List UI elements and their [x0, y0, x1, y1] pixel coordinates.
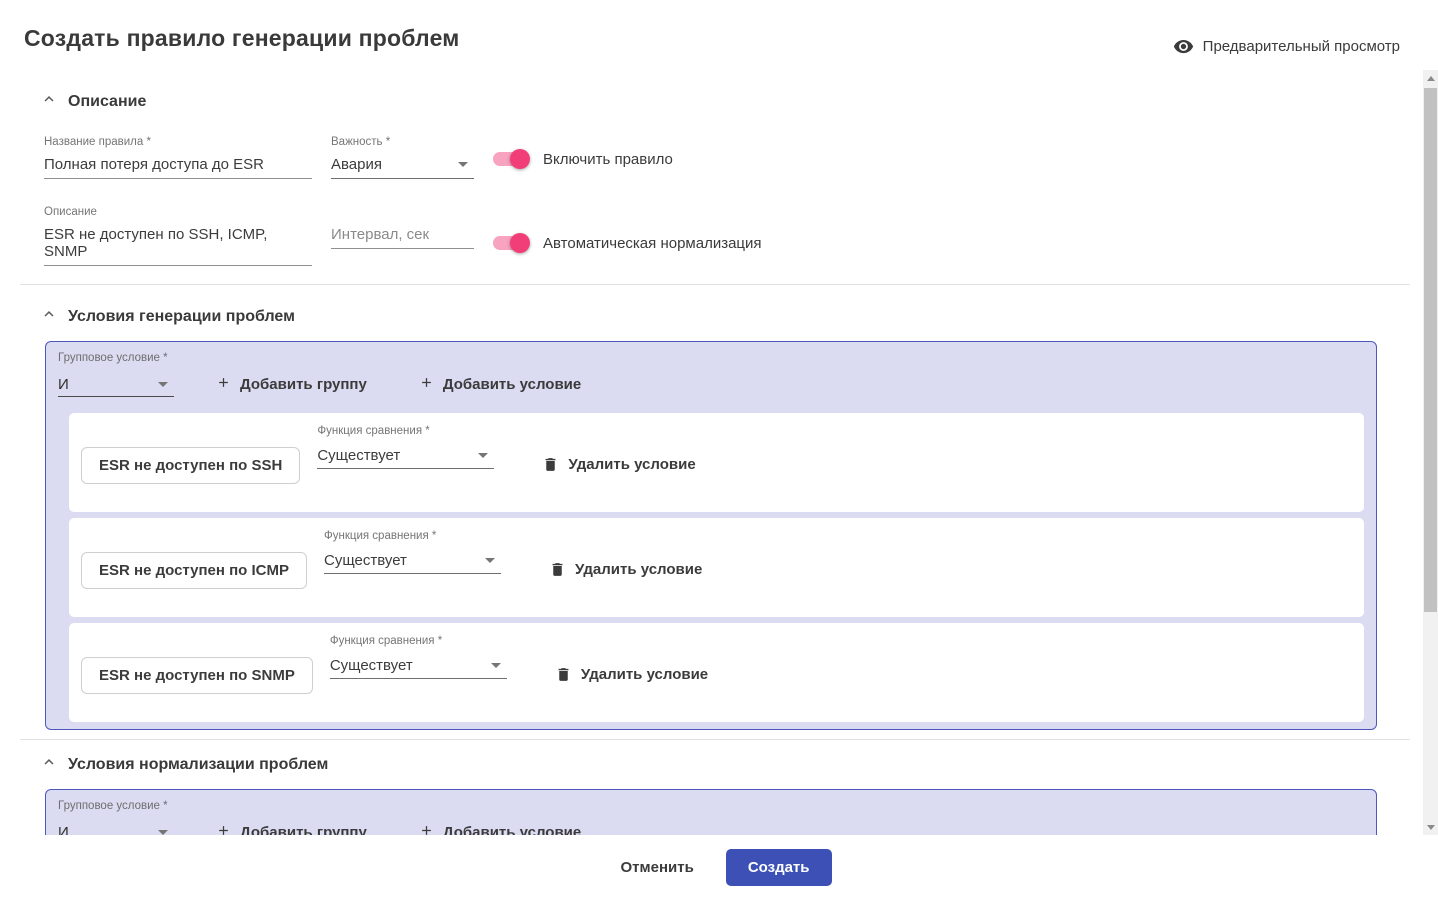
caret-down-icon [491, 663, 501, 668]
comparison-function-select[interactable]: Существует [324, 547, 501, 574]
section-divider [20, 739, 1410, 740]
enable-rule-toggle-row[interactable]: Включить правило [493, 149, 673, 169]
add-group-button[interactable]: Добавить группу [206, 368, 377, 401]
auto-normalization-toggle[interactable] [493, 233, 530, 253]
caret-down-icon [485, 558, 495, 563]
footer-actions: Отменить Создать [0, 835, 1438, 899]
severity-field: Важность * Авария [331, 136, 474, 179]
comparison-function-select[interactable]: Существует [330, 652, 507, 679]
section-title: Описание [68, 93, 146, 111]
rule-name-field: Название правила * Полная потеря доступа… [44, 136, 312, 179]
triangle-down-icon [1427, 825, 1435, 830]
caret-down-icon [158, 382, 168, 387]
plus-icon [216, 375, 231, 394]
scroll-content: Описание Название правила * Полная потер… [0, 70, 1412, 835]
delete-condition-button[interactable]: Удалить условие [549, 560, 702, 579]
trash-icon [555, 665, 572, 684]
group-condition-select[interactable]: И [58, 820, 174, 835]
description-label: Описание [44, 206, 312, 219]
section-normalization-header: Условия нормализации проблем [40, 753, 1412, 776]
preview-button[interactable]: Предварительный просмотр [1173, 36, 1400, 57]
generation-group-box: Групповое условие * И Добавить группу До… [45, 341, 1377, 730]
condition-chip[interactable]: ESR не доступен по ICMP [81, 552, 307, 589]
plus-icon [419, 823, 434, 835]
preview-label: Предварительный просмотр [1203, 38, 1400, 55]
group-condition-select[interactable]: И [58, 372, 174, 397]
comparison-function-field: Функция сравнения * Существует [330, 635, 507, 679]
condition-card: ESR не доступен по SNMP Функция сравнени… [69, 623, 1364, 722]
chevron-up-icon[interactable] [40, 90, 58, 113]
trash-icon [549, 560, 566, 579]
delete-condition-button[interactable]: Удалить условие [542, 455, 695, 474]
add-group-button[interactable]: Добавить группу [206, 816, 377, 835]
cancel-button[interactable]: Отменить [607, 850, 708, 885]
create-button[interactable]: Создать [726, 849, 832, 886]
group-condition-label: Групповое условие * [58, 800, 1364, 813]
trash-icon [542, 455, 559, 474]
triangle-up-icon [1427, 76, 1435, 81]
description-field: Описание ESR не доступен по SSH, ICMP, S… [44, 206, 312, 266]
section-divider [20, 284, 1410, 285]
caret-down-icon [478, 453, 488, 458]
comparison-function-label: Функция сравнения * [324, 530, 501, 543]
rule-name-input[interactable]: Полная потеря доступа до ESR [44, 150, 312, 179]
interval-field: Интервал, сек [331, 206, 474, 249]
comparison-function-label: Функция сравнения * [330, 635, 507, 648]
normalization-group-box: Групповое условие * И Добавить группу До… [45, 789, 1377, 835]
comparison-function-field: Функция сравнения * Существует [317, 425, 494, 469]
comparison-function-field: Функция сравнения * Существует [324, 530, 501, 574]
scroll-down-button[interactable] [1423, 819, 1438, 835]
description-input[interactable]: ESR не доступен по SSH, ICMP, SNMP [44, 220, 312, 266]
plus-icon [419, 375, 434, 394]
enable-rule-toggle[interactable] [493, 149, 530, 169]
page-title: Создать правило генерации проблем [24, 25, 459, 52]
chevron-up-icon[interactable] [40, 753, 58, 776]
section-description-header: Описание [40, 90, 1412, 113]
auto-normalization-toggle-row[interactable]: Автоматическая нормализация [493, 233, 762, 253]
scrollbar-thumb[interactable] [1424, 88, 1437, 612]
section-title: Условия генерации проблем [68, 308, 295, 326]
condition-card: ESR не доступен по ICMP Функция сравнени… [69, 518, 1364, 617]
auto-normalization-label: Автоматическая нормализация [543, 235, 762, 252]
interval-input[interactable]: Интервал, сек [331, 220, 474, 249]
comparison-function-select[interactable]: Существует [317, 442, 494, 469]
chevron-up-icon[interactable] [40, 305, 58, 328]
add-condition-button[interactable]: Добавить условие [409, 368, 591, 401]
condition-chip[interactable]: ESR не доступен по SSH [81, 447, 300, 484]
delete-condition-button[interactable]: Удалить условие [555, 665, 708, 684]
plus-icon [216, 823, 231, 835]
severity-select[interactable]: Авария [331, 150, 474, 179]
condition-chip[interactable]: ESR не доступен по SNMP [81, 657, 313, 694]
caret-down-icon [458, 162, 468, 167]
enable-rule-label: Включить правило [543, 151, 673, 168]
group-condition-label: Групповое условие * [58, 352, 1364, 365]
section-generation-header: Условия генерации проблем [40, 305, 1412, 328]
description-fields: Название правила * Полная потеря доступа… [44, 136, 1412, 266]
vertical-scrollbar[interactable] [1423, 70, 1438, 835]
scroll-up-button[interactable] [1423, 70, 1438, 86]
eye-icon [1173, 36, 1194, 57]
severity-label: Важность * [331, 136, 474, 149]
section-title: Условия нормализации проблем [68, 756, 328, 774]
rule-name-label: Название правила * [44, 136, 312, 149]
comparison-function-label: Функция сравнения * [317, 425, 494, 438]
add-condition-button[interactable]: Добавить условие [409, 816, 591, 835]
condition-card: ESR не доступен по SSH Функция сравнения… [69, 413, 1364, 512]
